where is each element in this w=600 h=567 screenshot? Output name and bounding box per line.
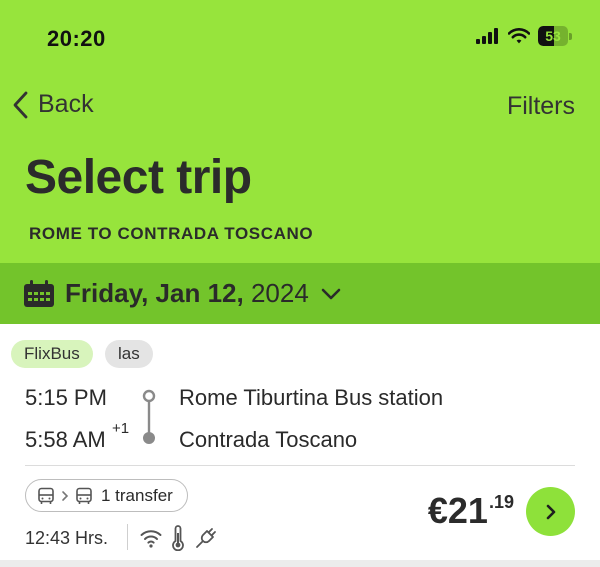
trip-duration: 12:43 Hrs. bbox=[25, 528, 109, 548]
select-trip-button[interactable] bbox=[526, 487, 575, 536]
arrival-time: 5:58 AM bbox=[25, 427, 106, 452]
amenities bbox=[140, 525, 218, 551]
signal-icon bbox=[476, 28, 498, 44]
chevron-down-icon bbox=[321, 288, 341, 300]
route-timeline bbox=[142, 389, 156, 444]
date-label: Friday, Jan 12, 2024 bbox=[65, 278, 309, 309]
trip-price: €21.19 bbox=[428, 490, 514, 532]
chevron-left-icon bbox=[13, 91, 28, 118]
arrival-station: Contrada Toscano bbox=[179, 427, 358, 452]
route-subtitle: ROME TO CONTRADA TOSCANO bbox=[29, 224, 314, 243]
back-button[interactable]: Back bbox=[12, 90, 94, 119]
departure-time: 5:15 PM bbox=[25, 385, 107, 410]
bus-icon bbox=[38, 487, 54, 504]
status-time: 20:20 bbox=[47, 26, 106, 51]
power-plug-icon bbox=[196, 528, 216, 548]
chevron-right-icon bbox=[546, 504, 555, 519]
wifi-icon bbox=[140, 530, 162, 548]
price-main: €21 bbox=[427, 490, 488, 531]
battery-icon: 53 bbox=[538, 26, 572, 46]
operator-tag-secondary: las bbox=[105, 340, 153, 368]
arrival-day-offset: +1 bbox=[112, 420, 130, 437]
status-icons: 53 bbox=[476, 26, 572, 46]
date-main: Friday, Jan 12, bbox=[65, 278, 244, 308]
price-cents: .19 bbox=[488, 492, 514, 512]
bus-icon bbox=[76, 487, 92, 504]
amenity-divider bbox=[127, 524, 128, 550]
date-selector[interactable]: Friday, Jan 12, 2024 bbox=[0, 263, 600, 324]
thermometer-icon bbox=[172, 525, 184, 551]
date-year: 2024 bbox=[243, 278, 309, 308]
wifi-icon bbox=[508, 28, 530, 44]
filters-button[interactable]: Filters bbox=[507, 92, 575, 121]
battery-percent: 53 bbox=[545, 28, 561, 44]
operator-tag: FlixBus bbox=[11, 340, 93, 368]
calendar-icon bbox=[24, 279, 54, 307]
transfer-label: 1 transfer bbox=[101, 485, 173, 505]
back-label: Back bbox=[38, 90, 94, 118]
page-title: Select trip bbox=[25, 151, 252, 204]
divider bbox=[25, 465, 575, 466]
next-card-edge bbox=[0, 560, 600, 567]
chevron-right-icon bbox=[62, 490, 69, 501]
departure-station: Rome Tiburtina Bus station bbox=[179, 385, 444, 410]
header: 20:20 53 Back Filters Select trip ROME T… bbox=[0, 0, 600, 263]
transfer-button[interactable]: 1 transfer bbox=[25, 479, 188, 512]
